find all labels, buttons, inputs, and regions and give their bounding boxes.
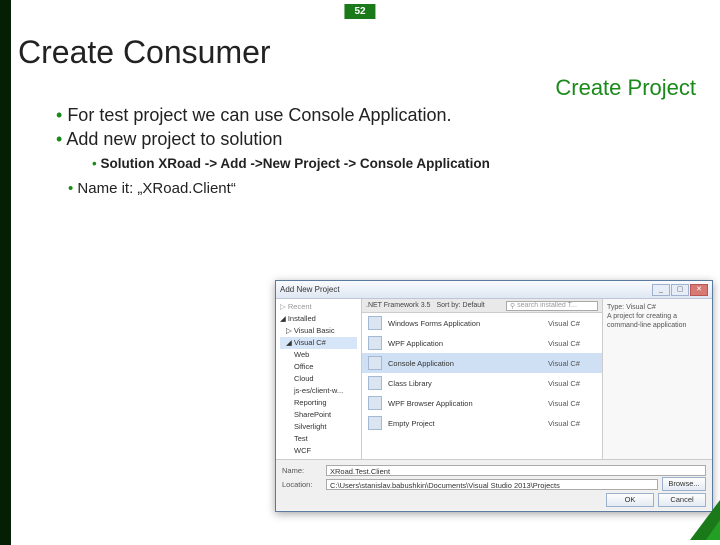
sort-dropdown[interactable]: Sort by: Default: [436, 302, 484, 309]
classlib-icon: [368, 376, 382, 390]
dialog-title-text: Add New Project: [280, 285, 651, 294]
tree-wcf[interactable]: WCF: [280, 445, 357, 457]
tree-reporting[interactable]: Reporting: [280, 397, 357, 409]
template-label: Console Application: [388, 359, 542, 368]
browse-button[interactable]: Browse...: [662, 477, 706, 491]
sub-bullet-path: Solution XRoad -> Add ->New Project -> C…: [92, 152, 702, 176]
template-row-console[interactable]: Console Application Visual C#: [362, 353, 602, 373]
template-lang: Visual C#: [548, 419, 596, 428]
page-title: Create Consumer: [18, 34, 702, 71]
desc-type: Type: Visual C#: [607, 303, 708, 312]
tree-office[interactable]: Office: [280, 361, 357, 373]
template-label: Empty Project: [388, 419, 542, 428]
tree-visual-csharp[interactable]: ◢ Visual C#: [280, 337, 357, 349]
template-row-wpfbrowser[interactable]: WPF Browser Application Visual C#: [362, 393, 602, 413]
template-list[interactable]: Windows Forms Application Visual C# WPF …: [362, 313, 602, 459]
name-field[interactable]: XRoad.Test.Client: [326, 465, 706, 476]
category-tree[interactable]: ▷ Recent ◢ Installed ▷ Visual Basic ◢ Vi…: [276, 299, 362, 459]
console-icon: [368, 356, 382, 370]
template-label: Class Library: [388, 379, 542, 388]
description-pane: Type: Visual C# A project for creating a…: [602, 299, 712, 459]
bullet-3: Name it: „XRoad.Client“: [68, 176, 702, 202]
maximize-button[interactable]: ▢: [671, 284, 689, 296]
name-label: Name:: [282, 466, 322, 475]
tree-visual-basic[interactable]: ▷ Visual Basic: [280, 325, 357, 337]
template-lang: Visual C#: [548, 399, 596, 408]
add-new-project-dialog: Add New Project _ ▢ ✕ ▷ Recent ◢ Install…: [275, 280, 713, 512]
minimize-button[interactable]: _: [652, 284, 670, 296]
tree-jsws[interactable]: js-es/client-w...: [280, 385, 357, 397]
template-lang: Visual C#: [548, 339, 596, 348]
tree-online[interactable]: ▷ Online: [280, 457, 357, 459]
bullet-2: Add new project to solution: [56, 127, 702, 151]
template-label: WPF Application: [388, 339, 542, 348]
framework-dropdown[interactable]: .NET Framework 3.5: [366, 302, 430, 309]
wpf-icon: [368, 336, 382, 350]
template-toolbar: .NET Framework 3.5 Sort by: Default ⚲ se…: [362, 299, 602, 313]
subtitle: Create Project: [18, 75, 696, 101]
search-placeholder: search installed T...: [517, 302, 577, 309]
wpfbrowser-icon: [368, 396, 382, 410]
location-field[interactable]: C:\Users\stanislav.babushkin\Documents\V…: [326, 479, 658, 490]
slide-number-badge: 52: [344, 4, 375, 19]
tree-web[interactable]: Web: [280, 349, 357, 361]
winforms-icon: [368, 316, 382, 330]
dialog-titlebar[interactable]: Add New Project _ ▢ ✕: [276, 281, 712, 299]
tree-test[interactable]: Test: [280, 433, 357, 445]
ok-button[interactable]: OK: [606, 493, 654, 507]
bullet-1: For test project we can use Console Appl…: [56, 103, 702, 127]
desc-text: A project for creating a command-line ap…: [607, 312, 708, 330]
tree-sharepoint[interactable]: SharePoint: [280, 409, 357, 421]
template-lang: Visual C#: [548, 379, 596, 388]
template-label: Windows Forms Application: [388, 319, 542, 328]
cancel-button[interactable]: Cancel: [658, 493, 706, 507]
template-label: WPF Browser Application: [388, 399, 542, 408]
tree-cloud[interactable]: Cloud: [280, 373, 357, 385]
search-icon: ⚲: [510, 302, 515, 310]
search-input[interactable]: ⚲ search installed T...: [506, 301, 598, 311]
template-lang: Visual C#: [548, 319, 596, 328]
template-row-winforms[interactable]: Windows Forms Application Visual C#: [362, 313, 602, 333]
tree-installed[interactable]: ◢ Installed: [280, 313, 357, 325]
close-button[interactable]: ✕: [690, 284, 708, 296]
empty-icon: [368, 416, 382, 430]
template-row-empty[interactable]: Empty Project Visual C#: [362, 413, 602, 433]
tree-silverlight[interactable]: Silverlight: [280, 421, 357, 433]
location-label: Location:: [282, 480, 322, 489]
template-row-wpf[interactable]: WPF Application Visual C#: [362, 333, 602, 353]
tree-recent[interactable]: ▷ Recent: [280, 301, 357, 313]
template-lang: Visual C#: [548, 359, 596, 368]
template-row-classlib[interactable]: Class Library Visual C#: [362, 373, 602, 393]
